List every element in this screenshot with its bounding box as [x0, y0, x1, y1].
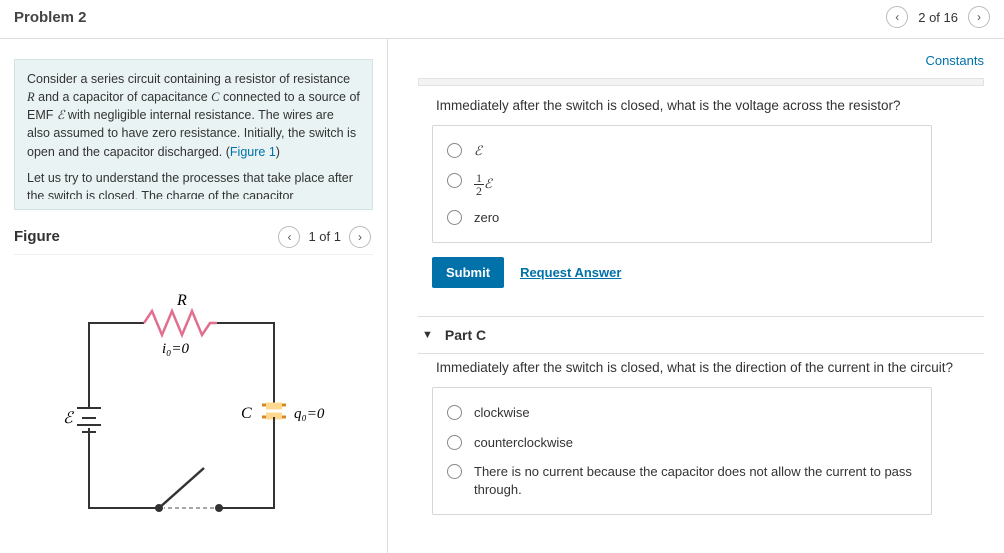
radio-option-2[interactable]: [447, 173, 462, 188]
radio-option-1[interactable]: [447, 143, 462, 158]
choice-label: clockwise: [474, 404, 530, 422]
problem-title: Problem 2: [14, 9, 87, 26]
next-problem-button[interactable]: ›: [968, 6, 990, 28]
part-c-title: Part C: [445, 327, 486, 343]
prev-figure-button[interactable]: ‹: [278, 226, 300, 248]
label-i0: i₀=0: [162, 341, 190, 357]
page-header: Problem 2 ‹ 2 of 16 ›: [0, 0, 1004, 39]
statement-paragraph-2: Let us try to understand the processes t…: [27, 169, 360, 199]
part-b-question: Immediately after the switch is closed, …: [418, 92, 984, 125]
prev-problem-button[interactable]: ‹: [886, 6, 908, 28]
choice-label: There is no current because the capacito…: [474, 463, 917, 498]
radio-option-3[interactable]: [447, 210, 462, 225]
choice-label: 12ℰ: [474, 172, 492, 197]
choice-row: ℰ: [447, 136, 917, 166]
part-b-choices: ℰ 12ℰ zero: [432, 125, 932, 243]
choice-row: counterclockwise: [447, 428, 917, 458]
choice-label: ℰ: [474, 142, 482, 160]
part-c-header[interactable]: ▼ Part C: [418, 316, 984, 354]
constants-link[interactable]: Constants: [925, 53, 984, 68]
label-q0: q₀=0: [294, 406, 325, 422]
section-bar: [418, 78, 984, 86]
figure-header: Figure ‹ 1 of 1 ›: [14, 220, 373, 255]
figure-nav: ‹ 1 of 1 ›: [278, 226, 371, 248]
submit-button[interactable]: Submit: [432, 257, 504, 288]
figure-canvas: R i₀=0 C q₀=0 ℰ: [14, 265, 373, 543]
label-C: C: [241, 405, 252, 422]
figure-link[interactable]: Figure 1: [230, 145, 276, 159]
part-b-section: Immediately after the switch is closed, …: [418, 78, 984, 288]
label-R: R: [176, 292, 187, 309]
choice-row: zero: [447, 203, 917, 233]
choice-label: counterclockwise: [474, 434, 573, 452]
request-answer-link[interactable]: Request Answer: [520, 265, 621, 280]
problem-statement: Consider a series circuit containing a r…: [14, 59, 373, 210]
right-panel: Constants Immediately after the switch i…: [388, 39, 1004, 553]
submit-row: Submit Request Answer: [418, 257, 984, 288]
circuit-diagram: R i₀=0 C q₀=0 ℰ: [49, 283, 339, 543]
part-c-question: Immediately after the switch is closed, …: [418, 354, 984, 387]
radio-option-c2[interactable]: [447, 435, 462, 450]
left-panel: Consider a series circuit containing a r…: [0, 39, 388, 553]
figure-title: Figure: [14, 228, 60, 245]
next-figure-button[interactable]: ›: [349, 226, 371, 248]
figure-counter: 1 of 1: [308, 229, 341, 244]
choice-label: zero: [474, 209, 499, 227]
part-c-section: Immediately after the switch is closed, …: [418, 354, 984, 515]
choice-row: 12ℰ: [447, 166, 917, 203]
choice-row: clockwise: [447, 398, 917, 428]
statement-paragraph-1: Consider a series circuit containing a r…: [27, 70, 360, 161]
caret-down-icon: ▼: [422, 329, 433, 341]
label-E: ℰ: [63, 410, 75, 427]
constants-row: Constants: [418, 49, 984, 78]
main-content: Consider a series circuit containing a r…: [0, 39, 1004, 553]
part-c-choices: clockwise counterclockwise There is no c…: [432, 387, 932, 515]
choice-row: There is no current because the capacito…: [447, 457, 917, 504]
radio-option-c1[interactable]: [447, 405, 462, 420]
problem-counter: 2 of 16: [918, 10, 958, 25]
problem-nav: ‹ 2 of 16 ›: [886, 6, 990, 28]
radio-option-c3[interactable]: [447, 464, 462, 479]
